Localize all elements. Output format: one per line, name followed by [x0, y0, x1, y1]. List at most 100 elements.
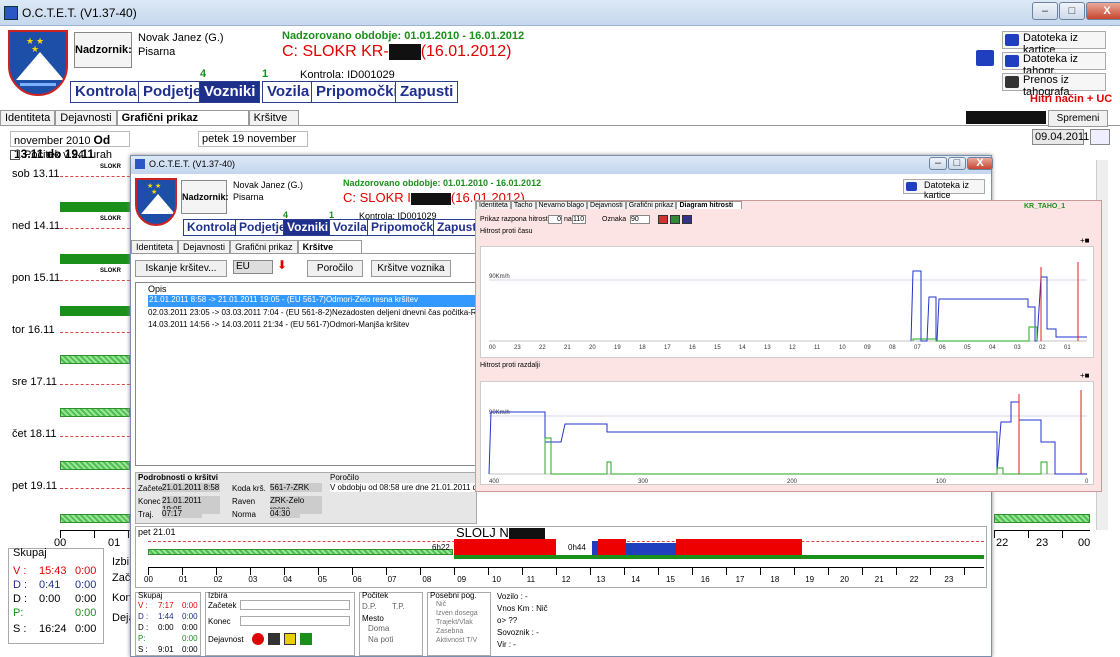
- chart-color-icon[interactable]: [658, 215, 668, 224]
- rest-activity-icon[interactable]: [300, 633, 312, 645]
- driver-violations-button[interactable]: Kršitve voznika: [371, 260, 451, 277]
- details-norm-label: Norma: [232, 510, 257, 519]
- save-icon[interactable]: [976, 50, 994, 66]
- tab-graficni-prikaz[interactable]: Grafični prikaz: [116, 110, 249, 125]
- availability-icon[interactable]: [284, 633, 296, 645]
- special-option[interactable]: Aktivnost T/V: [436, 637, 477, 644]
- range-to-input[interactable]: 110: [572, 215, 586, 224]
- search-violations-button[interactable]: Iskanje kršitev...: [135, 260, 227, 277]
- range-from-input[interactable]: 0: [548, 215, 562, 224]
- maximize-button[interactable]: □: [1059, 2, 1085, 20]
- close-button[interactable]: X: [967, 157, 993, 170]
- tab-identiteta[interactable]: Identiteta: [476, 201, 511, 209]
- supervisor-label: Nadzornik:: [181, 180, 229, 214]
- tab-dangerous-goods[interactable]: Nevarno blago: [535, 201, 588, 209]
- tick-label: 18: [639, 345, 646, 351]
- tab-tacho[interactable]: Tacho: [510, 201, 536, 209]
- tab-identiteta[interactable]: Identiteta: [0, 110, 56, 125]
- timeline-day: pet 21.01: [138, 527, 176, 537]
- arrow-down-icon[interactable]: ⬇: [277, 258, 287, 272]
- start-time-field[interactable]: [240, 600, 350, 610]
- tick-label: 14: [739, 345, 746, 351]
- mark-select[interactable]: 90: [630, 215, 650, 224]
- place-title: Mesto: [362, 614, 384, 623]
- calendar-icon[interactable]: [1090, 129, 1110, 145]
- chart-color-icon[interactable]: [682, 215, 692, 224]
- tab-kontrola[interactable]: Kontrola: [183, 219, 241, 236]
- driving-activity-icon[interactable]: [252, 633, 264, 645]
- axis-hour: 11: [526, 575, 536, 584]
- close-button[interactable]: X: [1086, 2, 1120, 20]
- list-item[interactable]: 14.03.2011 14:56 -> 14.03.2011 21:34 - (…: [148, 320, 476, 329]
- series-line: [544, 437, 1048, 475]
- range-label: Prikaz razpona hitrosti: [480, 216, 550, 223]
- tab-podjetje[interactable]: Podjetje: [138, 81, 207, 103]
- tab-vozila[interactable]: Vozila: [329, 219, 371, 236]
- tab-pripomocki[interactable]: Pripomočki: [367, 219, 441, 236]
- summary-d-extra: 0:00: [75, 579, 97, 591]
- rest-dp-checkbox[interactable]: D.P.: [362, 602, 377, 611]
- work-activity-icon[interactable]: [268, 633, 280, 645]
- rest-bar: [454, 555, 984, 559]
- rest-tp-checkbox[interactable]: T.P.: [392, 602, 405, 611]
- selection-box: Izbira Začetek Konec Dejavnost: [205, 591, 355, 656]
- tick-label: 09: [864, 345, 871, 351]
- tab-identiteta[interactable]: Identiteta: [131, 240, 179, 253]
- title-bar: O.C.T.E.T. (V1.37-40) – □ X: [0, 0, 1120, 26]
- chart-color-icon[interactable]: [670, 215, 680, 224]
- tab-kontrola[interactable]: Kontrola: [70, 81, 142, 103]
- special-option[interactable]: Nič: [436, 601, 446, 608]
- tab-speed-diagram[interactable]: Diagram hitrosti: [676, 201, 743, 209]
- tab-pripomocki[interactable]: Pripomočki: [311, 81, 403, 103]
- axis-hour: 23: [944, 575, 954, 584]
- minimize-button[interactable]: –: [929, 157, 947, 170]
- tab-podjetje[interactable]: Podjetje: [235, 219, 290, 236]
- details-end-label: Konec: [138, 497, 161, 506]
- tick-label: 05: [964, 345, 971, 351]
- speed-distance-plot: 90Km/h 400 300 200 100 0: [480, 381, 1094, 485]
- place-home-radio[interactable]: Doma: [368, 624, 389, 633]
- zoom-icon[interactable]: +■: [1080, 236, 1090, 245]
- summary-v-value: 15:43: [39, 565, 67, 577]
- special-option[interactable]: Izven dosega: [436, 610, 478, 617]
- file-from-card-button[interactable]: Datoteka iz kartice: [1002, 31, 1106, 56]
- tab-krsitve[interactable]: Kršitve: [248, 110, 299, 125]
- special-option[interactable]: Trajekt/Vlak: [436, 619, 473, 626]
- date-field[interactable]: 09.04.2011: [1032, 129, 1089, 145]
- axis-hour: 18: [770, 575, 780, 584]
- slokr-tag: SLOKR: [100, 216, 121, 222]
- tab-zapusti[interactable]: Zapusti: [395, 81, 459, 103]
- tab-vozniki[interactable]: Vozniki: [199, 81, 261, 103]
- violation-details: Podrobnosti o kršitvi Začetek 21.01.2011…: [135, 472, 477, 524]
- download-tachograph-button[interactable]: Prenos iz tahografa: [1002, 73, 1106, 98]
- minimize-button[interactable]: –: [1032, 2, 1058, 20]
- row-divider: [60, 384, 130, 385]
- list-item[interactable]: 02.03.2011 23:05 -> 03.03.2011 7:04 - (E…: [148, 308, 476, 317]
- maximize-button[interactable]: □: [948, 157, 966, 170]
- speed-mark-label: 90Km/h: [489, 274, 510, 280]
- tab-vozniki[interactable]: Vozniki: [283, 219, 333, 236]
- tab-dejavnosti[interactable]: Dejavnosti: [587, 201, 626, 209]
- special-option[interactable]: Zasebna: [436, 628, 463, 635]
- summary-d-value: 1:44: [158, 612, 174, 621]
- tab-dejavnosti[interactable]: Dejavnosti: [178, 240, 231, 253]
- codriver-label: Sovoznik : -: [497, 628, 539, 637]
- tab-dejavnosti[interactable]: Dejavnosti: [55, 110, 117, 125]
- report-button[interactable]: Poročilo: [307, 260, 363, 277]
- change-button[interactable]: Spremeni: [1048, 110, 1108, 127]
- tab-graficni-prikaz[interactable]: Grafični prikaz: [625, 201, 677, 209]
- tab-vozila[interactable]: Vozila: [262, 81, 315, 103]
- start-24h-checkbox[interactable]: [10, 150, 20, 160]
- tab-krsitve[interactable]: Kršitve: [297, 240, 362, 253]
- row-divider: [60, 280, 130, 281]
- tab-graficni-prikaz[interactable]: Grafični prikaz: [230, 240, 298, 253]
- file-from-tachograph-button[interactable]: Datoteka iz tahogr.: [1002, 52, 1106, 77]
- place-road-radio[interactable]: Na poti: [368, 635, 393, 644]
- zoom-icon[interactable]: +■: [1080, 371, 1090, 380]
- end-time-field[interactable]: [240, 616, 350, 626]
- day-row-label: pon 15.11: [12, 272, 61, 284]
- summary-s-value: 9:01: [158, 645, 174, 654]
- file-from-card-button[interactable]: Datoteka iz kartice: [903, 179, 985, 200]
- list-item-selected[interactable]: 21.01.2011 8:58 -> 21.01.2011 19:05 - (E…: [148, 295, 476, 307]
- region-select[interactable]: EU: [233, 260, 273, 274]
